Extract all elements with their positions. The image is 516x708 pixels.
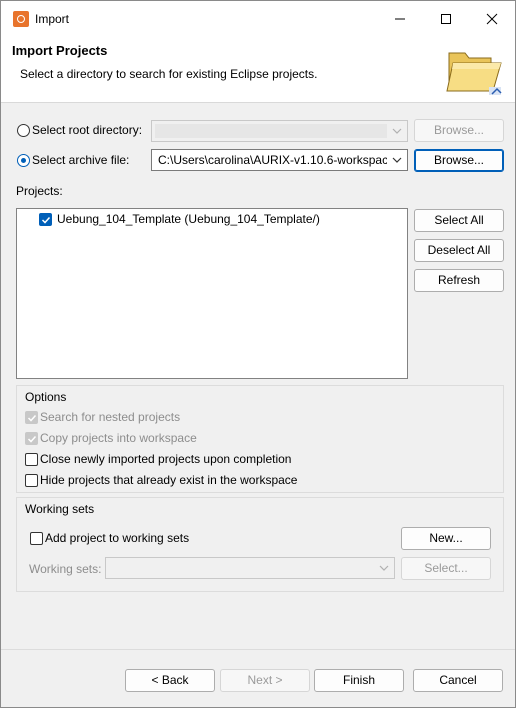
root-directory-label: Select root directory: — [32, 123, 143, 137]
archive-file-combo[interactable]: C:\Users\carolina\AURIX-v1.10.6-workspac… — [151, 149, 408, 171]
checkmark-icon — [27, 414, 37, 422]
copy-into-workspace-checkbox[interactable] — [25, 432, 38, 445]
new-working-set-button[interactable]: New... — [401, 527, 491, 550]
close-icon — [486, 13, 498, 25]
chevron-down-icon — [392, 157, 402, 163]
deselect-all-button[interactable]: Deselect All — [414, 239, 504, 262]
minimize-icon — [395, 18, 405, 20]
checkmark-icon — [41, 216, 51, 224]
window-title: Import — [35, 12, 70, 26]
footer-divider — [1, 649, 515, 650]
back-button[interactable]: < Back — [125, 669, 215, 692]
copy-into-workspace-label: Copy projects into workspace — [40, 431, 197, 445]
working-sets-label: Working sets: — [29, 562, 102, 576]
close-after-import-label: Close newly imported projects upon compl… — [40, 452, 292, 466]
search-nested-checkbox[interactable] — [25, 411, 38, 424]
add-to-working-sets-label: Add project to working sets — [45, 531, 190, 545]
wizard-banner: Import Projects Select a directory to se… — [1, 36, 515, 103]
close-button[interactable] — [469, 1, 515, 36]
add-to-working-sets-checkbox[interactable] — [30, 532, 43, 545]
chevron-down-icon — [379, 565, 389, 571]
root-directory-combo[interactable] — [151, 120, 408, 142]
options-title: Options — [25, 390, 67, 404]
eclipse-app-icon — [13, 11, 29, 27]
maximize-icon — [441, 14, 451, 24]
search-nested-label: Search for nested projects — [40, 410, 181, 424]
root-directory-radio[interactable] — [17, 124, 30, 137]
next-button[interactable]: Next > — [220, 669, 310, 692]
root-browse-button[interactable]: Browse... — [414, 119, 504, 142]
select-working-sets-button[interactable]: Select... — [401, 557, 491, 580]
page-title: Import Projects — [12, 43, 108, 58]
hide-existing-checkbox[interactable] — [25, 474, 38, 487]
close-after-import-checkbox[interactable] — [25, 453, 38, 466]
archive-browse-button[interactable]: Browse... — [414, 149, 504, 172]
maximize-button[interactable] — [423, 1, 469, 36]
archive-file-path: C:\Users\carolina\AURIX-v1.10.6-workspac… — [158, 153, 387, 167]
finish-button[interactable]: Finish — [314, 669, 404, 692]
cancel-button[interactable]: Cancel — [413, 669, 503, 692]
hide-existing-label: Hide projects that already exist in the … — [40, 473, 298, 487]
select-all-button[interactable]: Select All — [414, 209, 504, 232]
list-item[interactable]: Uebung_104_Template (Uebung_104_Template… — [17, 209, 407, 229]
page-description: Select a directory to search for existin… — [20, 67, 318, 81]
refresh-button[interactable]: Refresh — [414, 269, 504, 292]
working-sets-combo[interactable] — [105, 557, 395, 579]
project-checkbox[interactable] — [39, 213, 52, 226]
project-name: Uebung_104_Template (Uebung_104_Template… — [57, 212, 320, 226]
checkmark-icon — [27, 435, 37, 443]
working-sets-title: Working sets — [25, 502, 95, 516]
minimize-button[interactable] — [377, 1, 423, 36]
import-dialog: Import Import Projects Select a director… — [0, 0, 516, 708]
projects-label: Projects: — [16, 184, 63, 198]
archive-file-label: Select archive file: — [32, 153, 130, 167]
archive-file-radio[interactable] — [17, 154, 30, 167]
chevron-down-icon — [392, 128, 402, 134]
title-bar: Import — [1, 1, 515, 36]
open-folder-icon — [446, 52, 502, 95]
projects-list[interactable]: Uebung_104_Template (Uebung_104_Template… — [16, 208, 408, 379]
